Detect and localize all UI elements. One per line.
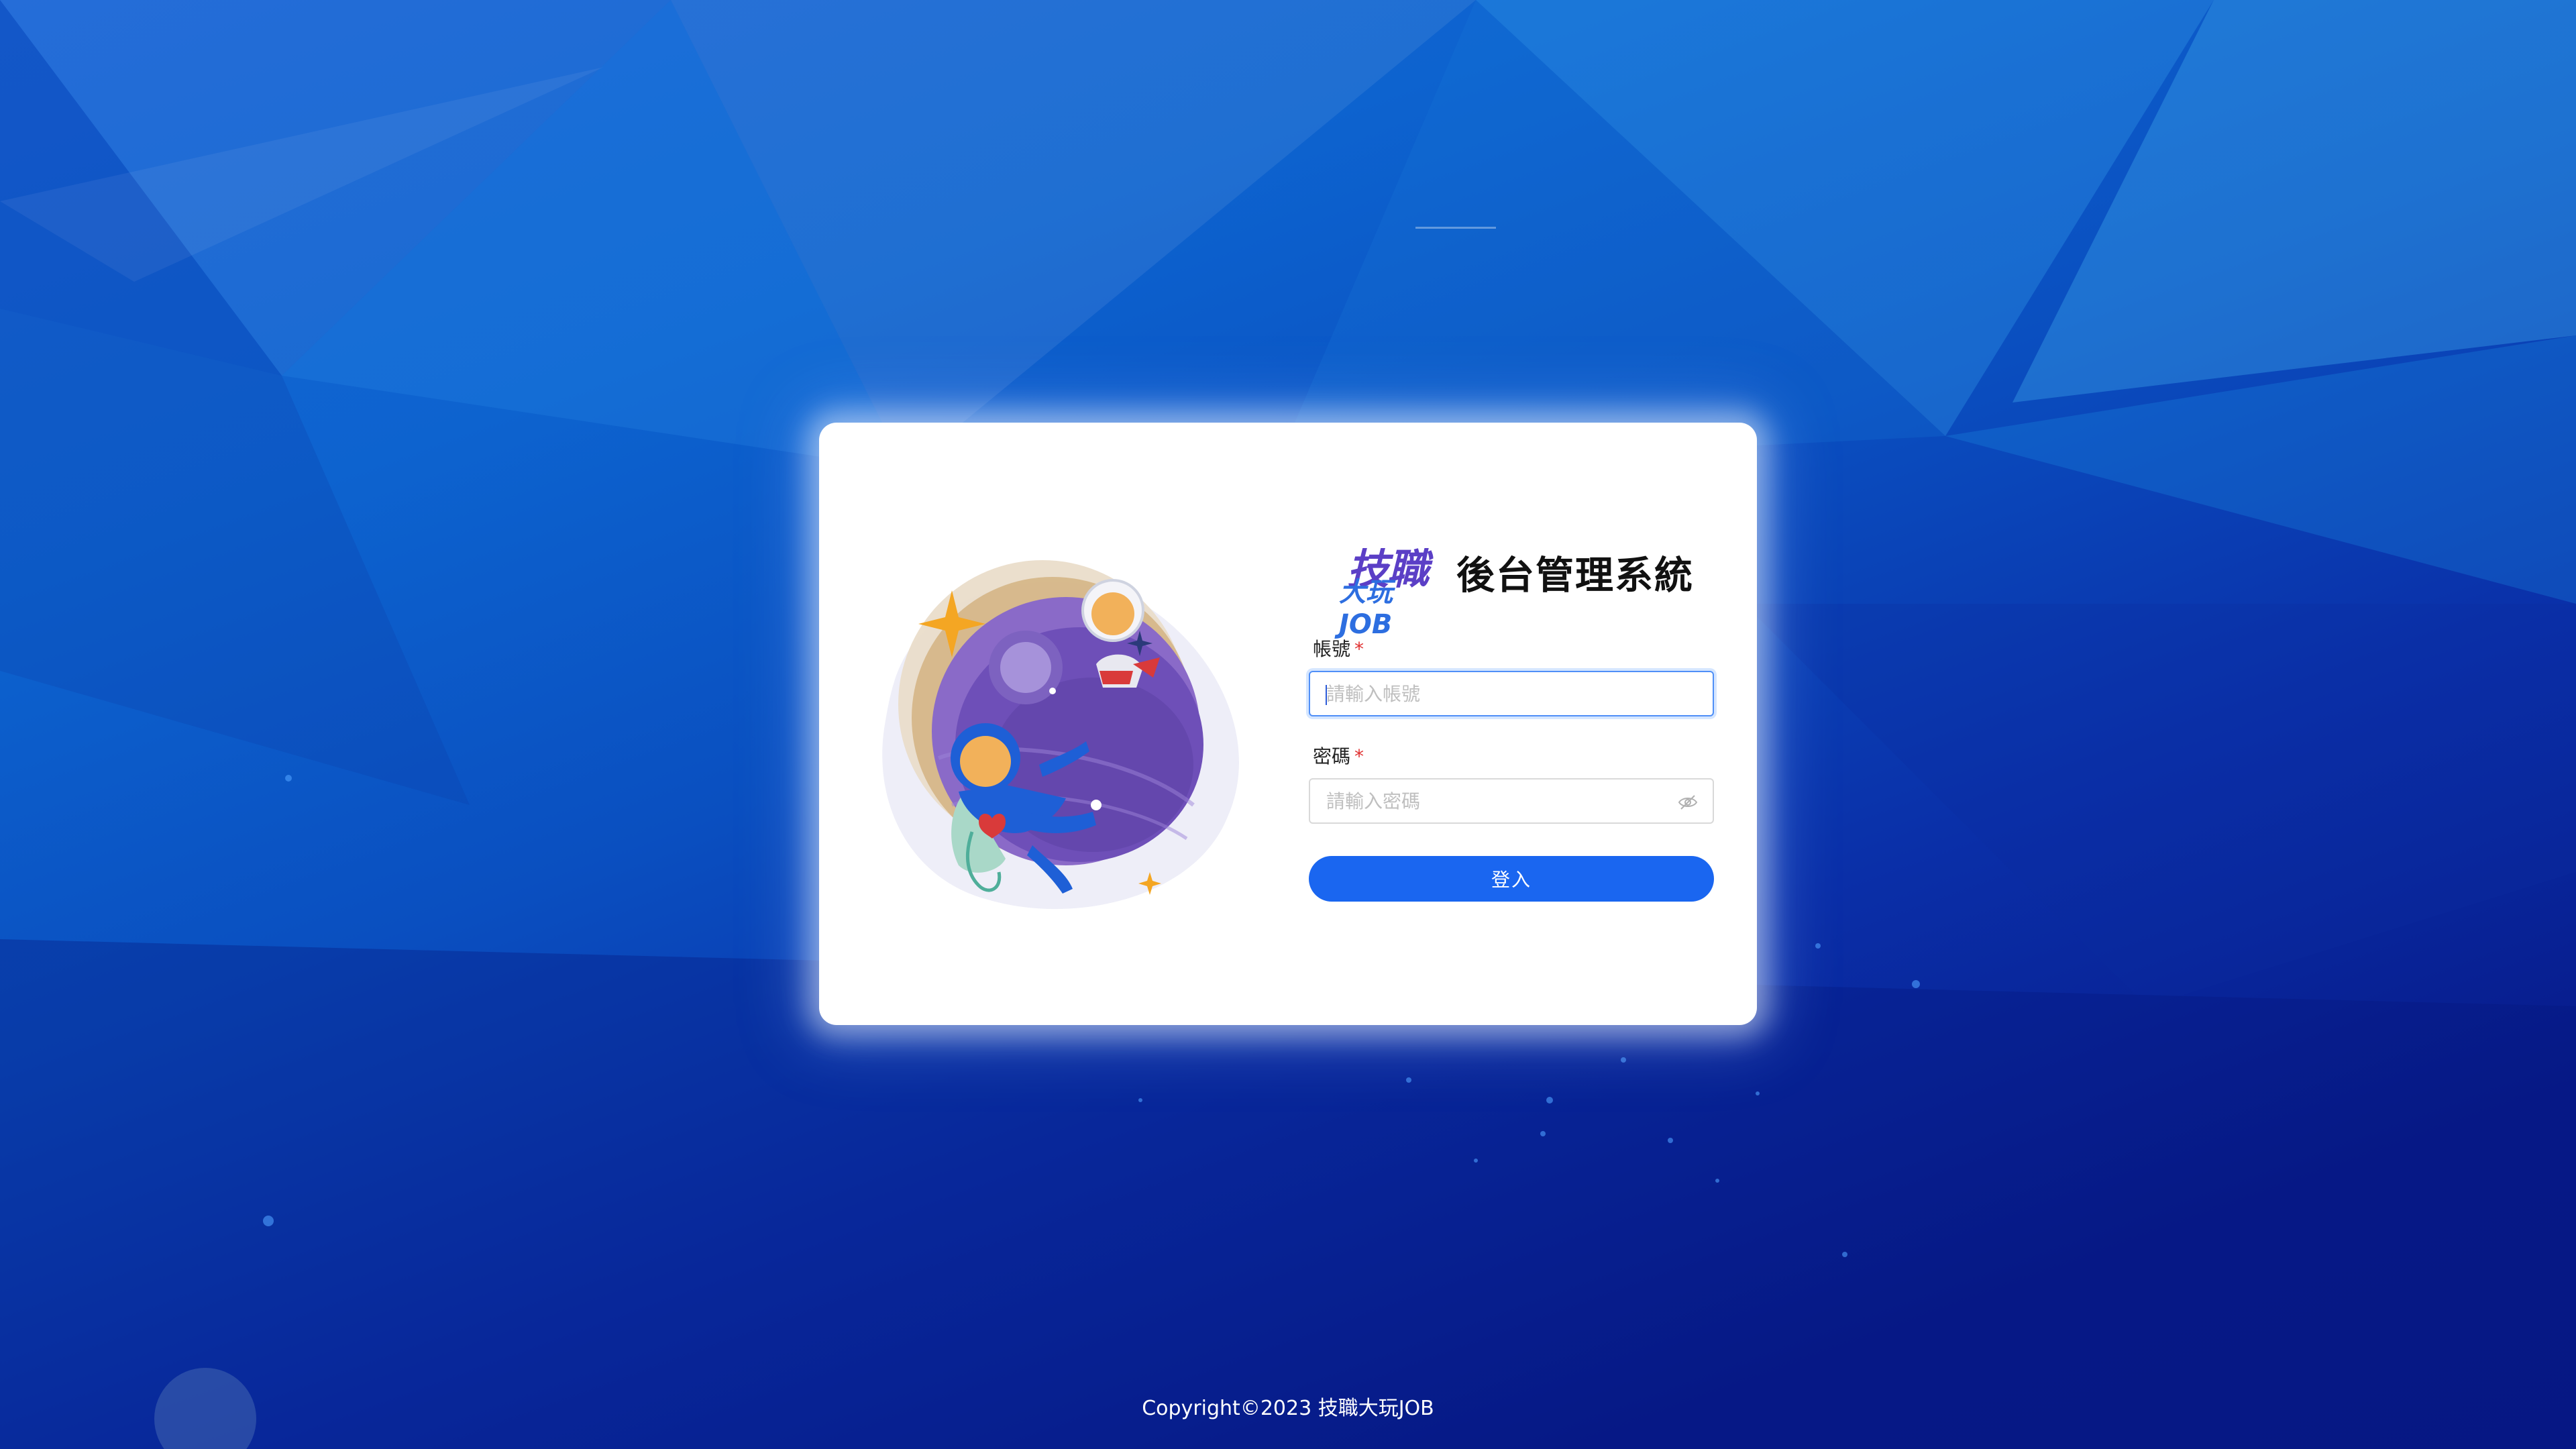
login-card: 技職 大玩JOB 後台管理系統 帳號* 密碼* 登入	[819, 423, 1757, 1025]
login-form: 帳號* 密碼* 登入	[1309, 636, 1714, 902]
account-label: 帳號 *	[1313, 636, 1714, 663]
brand-logo: 技職 大玩JOB	[1339, 535, 1440, 640]
copyright-footer: Copyright©2023 技職大玩JOB	[1142, 1397, 1434, 1420]
password-input-wrapper	[1309, 778, 1714, 824]
login-button[interactable]: 登入	[1309, 856, 1714, 902]
logo-text-bottom: 大玩JOB	[1339, 576, 1393, 640]
text-caret	[1326, 685, 1327, 705]
password-label: 密碼 *	[1313, 743, 1714, 770]
account-input[interactable]	[1310, 672, 1713, 715]
page-title: 後台管理系統	[1456, 553, 1694, 598]
required-mark: *	[1354, 638, 1364, 660]
account-input-wrapper	[1309, 671, 1714, 716]
password-input[interactable]	[1310, 780, 1713, 822]
eye-off-icon[interactable]	[1678, 793, 1698, 812]
password-label-text: 密碼	[1313, 745, 1351, 767]
required-mark: *	[1354, 745, 1364, 767]
account-label-text: 帳號	[1313, 638, 1351, 660]
astronaut-illustration	[882, 560, 1239, 909]
brand-header: 技職 大玩JOB 後台管理系統	[1339, 533, 1694, 640]
